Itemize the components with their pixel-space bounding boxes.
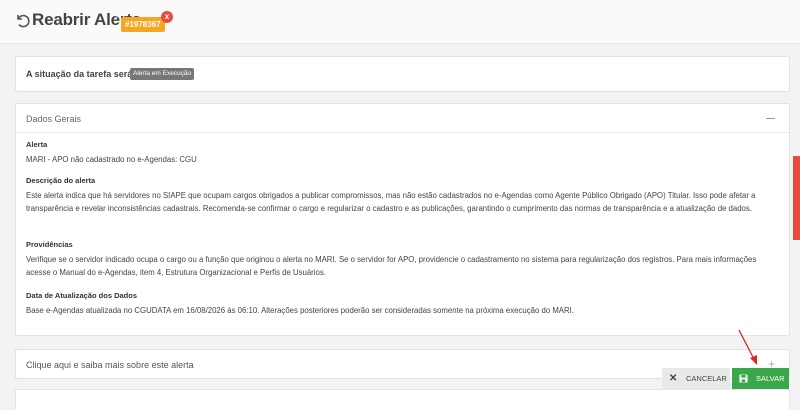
field-label: Data de Atualização dos Dados (26, 291, 137, 300)
section-title: Dados Gerais (26, 114, 82, 124)
close-icon: ✕ (669, 373, 678, 384)
alert-id-badge: #1978367 (121, 17, 165, 32)
next-panel-edge (15, 389, 790, 410)
field-descricao: Descrição do alerta Este alerta indica q… (26, 176, 781, 215)
floppy-icon (739, 374, 748, 383)
field-label: Descrição do alerta (26, 176, 96, 185)
save-button[interactable]: SALVAR (732, 368, 789, 389)
situation-label: A situação da tarefa será: (26, 69, 136, 79)
save-label: SALVAR (756, 374, 785, 383)
field-value: Verifique se o servidor indicado ocupa o… (26, 255, 757, 277)
field-value: Este alerta indica que há servidores no … (26, 191, 756, 213)
annotation-arrow-icon (738, 329, 757, 365)
saiba-mais-link[interactable]: Clique aqui e saiba mais sobre este aler… (26, 360, 194, 370)
dados-gerais-header[interactable]: Dados Gerais (16, 104, 789, 133)
field-providencias: Providências Verifique se o servidor ind… (26, 240, 781, 279)
side-tab[interactable] (793, 156, 800, 240)
field-value: MARI - APO não cadastrado no e-Agendas: … (26, 155, 197, 164)
field-label: Providências (26, 240, 73, 249)
badge-close-icon[interactable]: x (161, 11, 173, 23)
situation-panel: A situação da tarefa será: Alerta em Exe… (15, 56, 790, 92)
field-data-atualizacao: Data de Atualização dos Dados Base e-Age… (26, 291, 781, 317)
undo-icon[interactable] (14, 12, 30, 28)
field-alerta: Alerta MARI - APO não cadastrado no e-Ag… (26, 140, 781, 166)
cancel-label: CANCELAR (686, 374, 727, 383)
status-badge: Alerta em Execução (130, 68, 195, 80)
dados-gerais-panel: Dados Gerais Alerta MARI - APO não cadas… (15, 103, 790, 336)
field-value: Base e-Agendas atualizada no CGUDATA em … (26, 306, 574, 315)
page-header: Reabrir Alerta - #1978367 x (0, 0, 800, 44)
field-label: Alerta (26, 140, 48, 149)
title-separator: - (115, 11, 119, 23)
minus-icon[interactable] (766, 118, 775, 119)
cancel-button[interactable]: ✕ CANCELAR (662, 368, 730, 389)
